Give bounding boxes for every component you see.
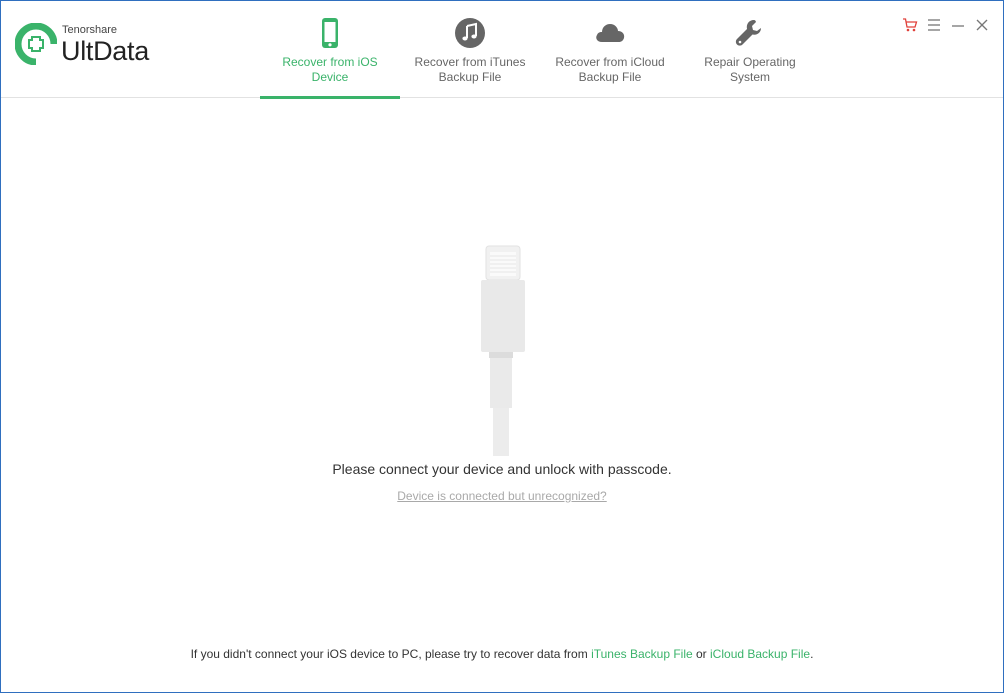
ultdata-logo-icon (15, 23, 57, 65)
itunes-backup-link[interactable]: iTunes Backup File (591, 647, 693, 661)
footer-suffix-text: . (810, 647, 814, 661)
tab-label: Recover from iTunes Backup File (414, 55, 526, 84)
mode-tabs: Recover from iOS Device Recover from iTu… (260, 1, 820, 99)
menu-button[interactable] (925, 16, 943, 34)
footer-note: If you didn't connect your iOS device to… (1, 647, 1003, 661)
tab-repair-operating-system[interactable]: Repair Operating System (680, 1, 820, 98)
music-note-icon (455, 18, 485, 48)
close-button[interactable] (973, 16, 991, 34)
brand-product-name: UltData (61, 36, 149, 66)
unrecognized-help: Device is connected but unrecognized? (1, 489, 1003, 503)
window-controls (901, 16, 991, 34)
icloud-backup-link[interactable]: iCloud Backup File (710, 647, 810, 661)
tab-recover-ios-device[interactable]: Recover from iOS Device (260, 1, 400, 99)
connect-device-message: Please connect your device and unlock wi… (332, 461, 672, 477)
tab-label: Recover from iCloud Backup File (555, 55, 665, 84)
cloud-icon (596, 24, 625, 42)
close-icon (976, 19, 988, 31)
footer-prefix-text: If you didn't connect your iOS device to… (190, 647, 592, 661)
tab-recover-icloud-backup[interactable]: Recover from iCloud Backup File (540, 1, 680, 98)
cart-button[interactable] (901, 16, 919, 34)
tab-recover-itunes-backup[interactable]: Recover from iTunes Backup File (400, 1, 540, 98)
footer-middle-text: or (692, 647, 711, 661)
wrench-icon (735, 20, 761, 46)
tab-label: Recover from iOS Device (282, 55, 378, 84)
app-window: Tenorshare UltData Recover from iOS Devi… (0, 0, 1004, 693)
tab-label: Repair Operating System (704, 55, 796, 84)
minimize-button[interactable] (949, 16, 967, 34)
lightning-cable-illustration (481, 245, 525, 456)
phone-icon (322, 18, 338, 48)
menu-icon (928, 19, 940, 31)
header-bar: Tenorshare UltData Recover from iOS Devi… (1, 1, 1003, 99)
device-unrecognized-link[interactable]: Device is connected but unrecognized? (397, 489, 606, 503)
brand-company: Tenorshare (62, 24, 118, 36)
minimize-icon (952, 25, 964, 27)
main-content: Please connect your device and unlock wi… (1, 99, 1003, 692)
cart-icon (903, 18, 918, 32)
